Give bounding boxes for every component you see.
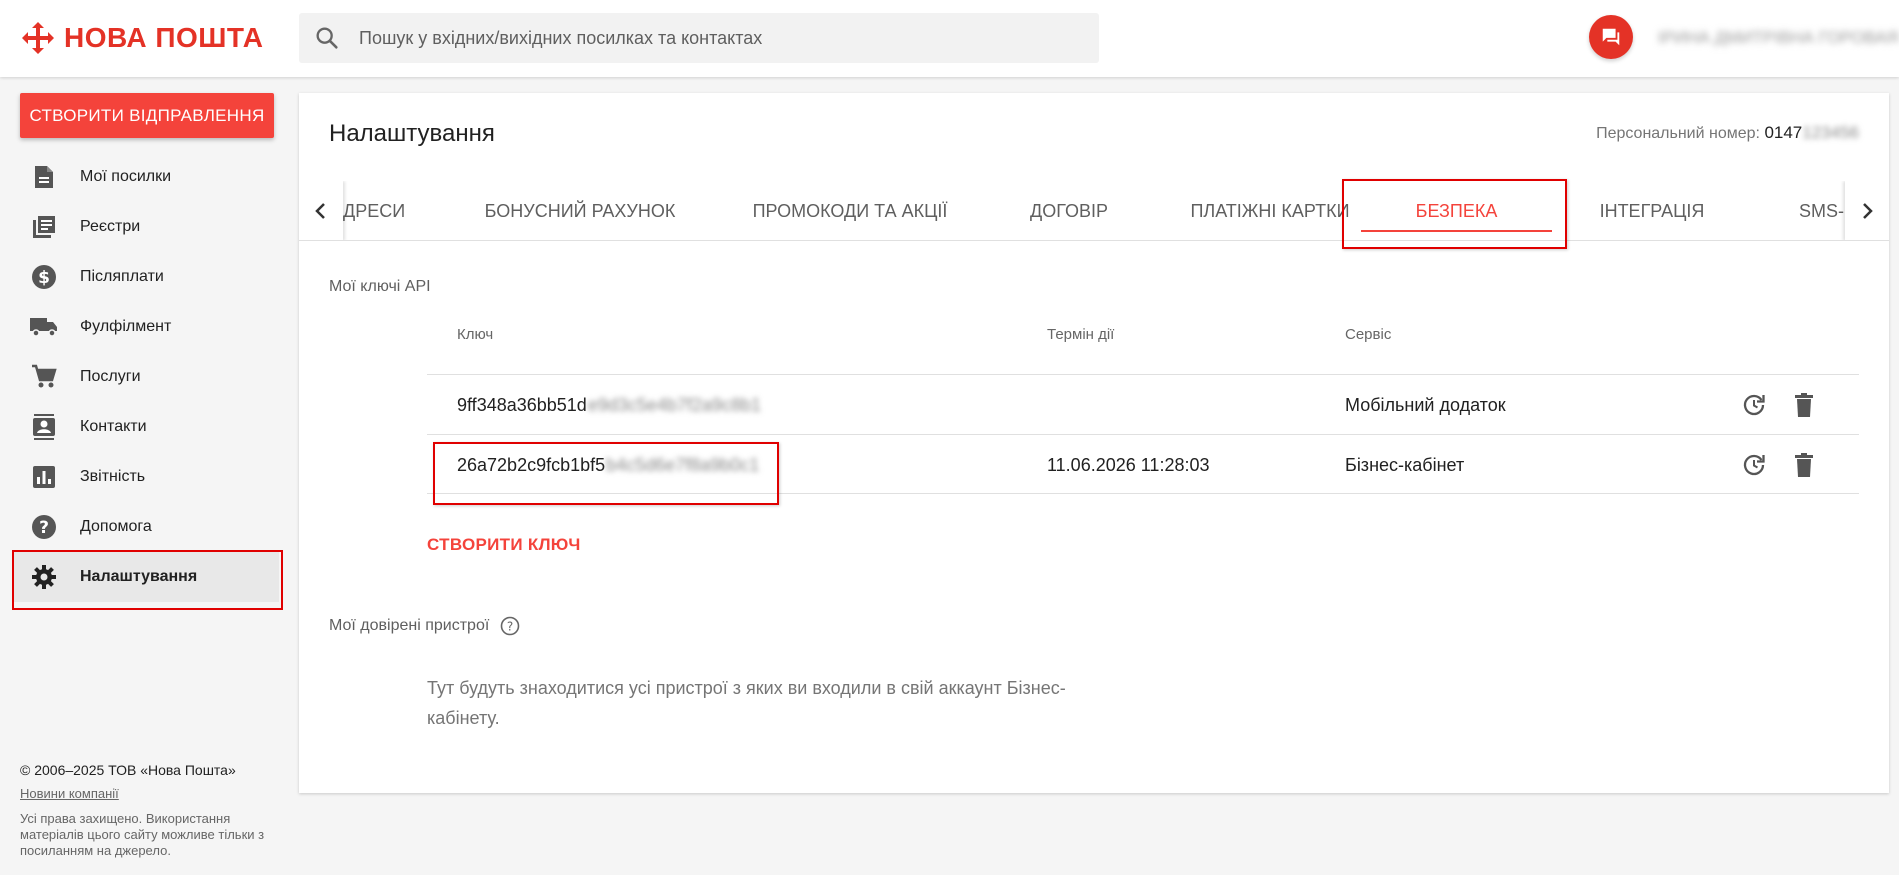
highlight-frame-key <box>433 442 779 505</box>
sidebar-nav: Мої посилки Реєстри $ Післяплати Фулфілм… <box>12 152 283 610</box>
trusted-devices-title: Мої довірені пристрої ? <box>329 616 520 636</box>
contacts-icon <box>30 413 58 441</box>
sidebar-item-my-parcels[interactable]: Мої посилки <box>14 152 279 202</box>
cart-icon <box>30 363 58 391</box>
user-name[interactable]: ІРИНА ДМИТРІВНА ГОРОВАЯ <box>1658 28 1899 48</box>
top-header: НОВА ПОШТА ІРИНА ДМИТРІВНА ГОРОВАЯ <box>0 0 1899 77</box>
personal-number-value: 0147 <box>1764 123 1803 142</box>
api-keys-title: Мої ключі API <box>329 278 431 295</box>
nova-poshta-logo[interactable]: НОВА ПОШТА <box>20 20 263 56</box>
gear-icon <box>30 563 58 591</box>
svg-text:?: ? <box>39 518 49 538</box>
tab-addresses[interactable]: ДРЕСИ <box>343 181 405 240</box>
delete-icon[interactable] <box>1791 452 1817 478</box>
sidebar-item-reports[interactable]: Звітність <box>14 452 279 502</box>
delete-icon[interactable] <box>1791 392 1817 418</box>
chart-icon <box>30 463 58 491</box>
sidebar-item-label: Фулфілмент <box>80 318 172 335</box>
search-bar[interactable] <box>299 13 1099 63</box>
tab-integration[interactable]: ІНТЕГРАЦІЯ <box>1562 181 1742 240</box>
trusted-devices-note: Тут будуть знаходитися усі пристрої з як… <box>427 678 1066 728</box>
refresh-icon[interactable] <box>1741 392 1767 418</box>
refresh-icon[interactable] <box>1741 452 1767 478</box>
api-key-hidden: e9d3c5e4b7f2a9c8b1 <box>587 394 761 415</box>
registry-icon <box>30 213 58 241</box>
chevron-right-icon <box>1863 203 1873 219</box>
sidebar-item-fulfillment[interactable]: Фулфілмент <box>14 302 279 352</box>
copyright-text: © 2006–2025 ТОВ «Нова Пошта» <box>20 762 236 778</box>
company-news-link[interactable]: Новини компанії <box>20 786 270 801</box>
tab-sms[interactable]: SMS- <box>1799 181 1849 240</box>
question-circle-icon[interactable]: ? <box>500 616 520 636</box>
sidebar-footer: © 2006–2025 ТОВ «Нова Пошта» Новини комп… <box>20 762 270 859</box>
chevron-left-icon <box>315 203 325 219</box>
service-cell: Мобільний додаток <box>1345 394 1506 415</box>
sidebar-item-label: Допомога <box>80 518 152 535</box>
api-key-visible: 9ff348a36bb51d <box>457 394 587 415</box>
dollar-icon: $ <box>30 263 58 291</box>
tabs-scroll-right[interactable] <box>1845 181 1889 240</box>
personal-number-label: Персональний номер: <box>1596 125 1760 142</box>
tabs-scroll-left[interactable] <box>299 181 343 240</box>
help-icon: ? <box>30 513 58 541</box>
sidebar-item-registries[interactable]: Реєстри <box>14 202 279 252</box>
chat-button[interactable] <box>1589 15 1633 59</box>
create-shipment-button[interactable]: СТВОРИТИ ВІДПРАВЛЕННЯ <box>20 93 274 138</box>
column-header-service: Сервіс <box>1345 326 1392 343</box>
sidebar-item-cod[interactable]: $ Післяплати <box>14 252 279 302</box>
sidebar-item-label: Налаштування <box>80 568 198 585</box>
column-header-key: Ключ <box>457 326 494 343</box>
chat-icon <box>1602 28 1620 46</box>
personal-number: Персональний номер: 0147123456 <box>1596 123 1859 143</box>
sidebar-item-label: Мої посилки <box>80 168 172 185</box>
page-title: Налаштування <box>329 120 495 147</box>
column-header-expiry: Термін дії <box>1047 326 1115 343</box>
sidebar-item-services[interactable]: Послуги <box>14 352 279 402</box>
sidebar-item-label: Контакти <box>80 418 147 435</box>
rights-text: Усі права захищено. Використання матеріа… <box>20 811 265 858</box>
service-cell: Бізнес-кабінет <box>1345 454 1465 475</box>
personal-number-hidden: 123456 <box>1802 123 1859 142</box>
sidebar-item-label: Звітність <box>80 468 146 485</box>
truck-icon <box>30 313 58 341</box>
tab-contract[interactable]: ДОГОВІР <box>989 181 1149 240</box>
tab-promocodes[interactable]: ПРОМОКОДИ ТА АКЦІЇ <box>710 181 990 240</box>
document-icon <box>30 163 58 191</box>
search-icon <box>316 27 338 49</box>
settings-tabs: ДРЕСИ БОНУСНИЙ РАХУНОК ПРОМОКОДИ ТА АКЦІ… <box>299 181 1889 241</box>
sidebar-item-contacts[interactable]: Контакти <box>14 402 279 452</box>
api-key-cell[interactable]: 9ff348a36bb51d e9d3c5e4b7f2a9c8b1 <box>457 375 761 435</box>
expiry-cell: 11.06.2026 11:28:03 <box>1047 454 1210 475</box>
svg-text:?: ? <box>507 620 513 634</box>
sidebar-item-help[interactable]: ? Допомога <box>14 502 279 552</box>
sidebar-item-settings[interactable]: Налаштування <box>12 550 283 610</box>
create-key-button[interactable]: СТВОРИТИ КЛЮЧ <box>427 535 581 555</box>
highlight-frame-tab <box>1342 179 1567 249</box>
sidebar-item-label: Післяплати <box>80 268 164 285</box>
tab-bonus-account[interactable]: БОНУСНИЙ РАХУНОК <box>460 181 700 240</box>
sidebar-item-label: Послуги <box>80 368 141 385</box>
trusted-devices-label: Мої довірені пристрої <box>329 617 490 635</box>
logo-text: НОВА ПОШТА <box>64 22 264 53</box>
search-input[interactable] <box>359 27 1059 49</box>
svg-text:$: $ <box>38 268 50 288</box>
table-row: 9ff348a36bb51d e9d3c5e4b7f2a9c8b1 Мобільн… <box>427 374 1859 434</box>
logo-icon <box>22 22 54 54</box>
settings-card: Налаштування Персональний номер: 0147123… <box>299 93 1889 793</box>
sidebar-item-label: Реєстри <box>80 218 141 235</box>
